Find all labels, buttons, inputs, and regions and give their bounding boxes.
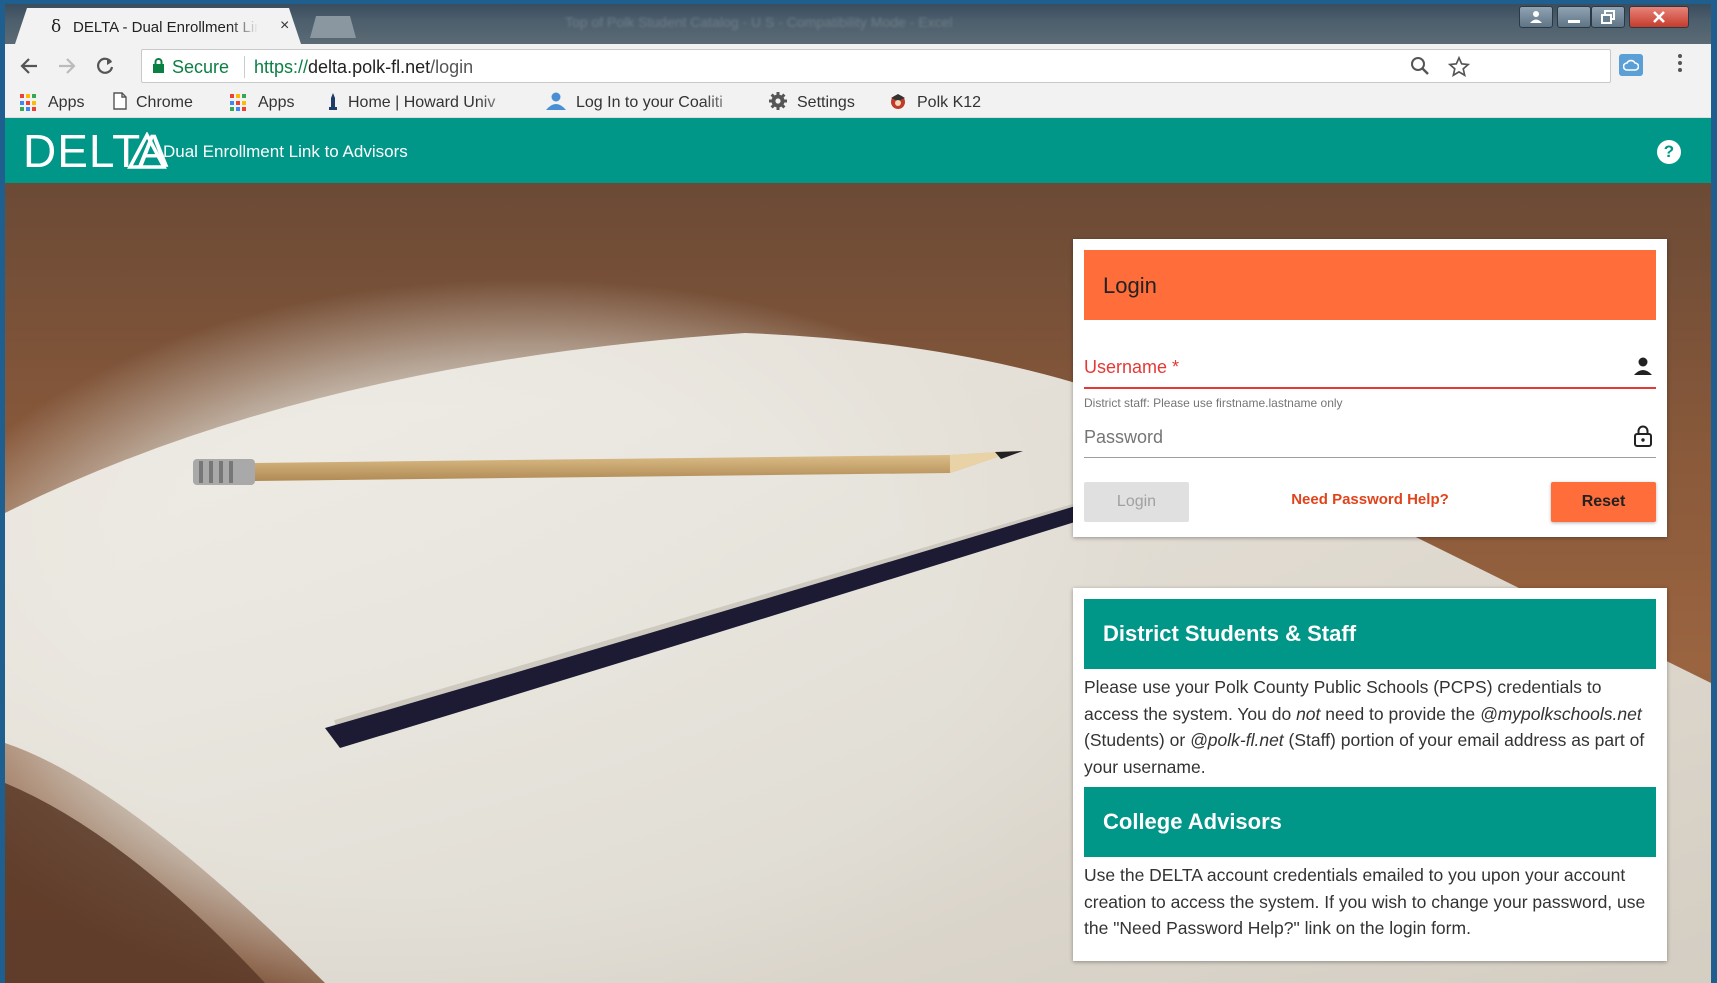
blurred-window-title: Top of Polk Student Catalog - U S - Comp… — [565, 14, 953, 30]
password-label: Password — [1084, 427, 1164, 447]
url-path: /login — [430, 57, 474, 77]
tab-title: DELTA - Dual Enrollment Link to Advisors — [73, 19, 258, 36]
district-text: Please use your Polk County Public Schoo… — [1084, 674, 1656, 780]
bookmark-apps-2[interactable]: Apps — [230, 92, 294, 114]
bookmark-chrome[interactable]: Chrome — [113, 91, 193, 115]
bookmark-label: Settings — [797, 94, 855, 111]
app-header: DELTA Dual Enrollment Link to Advisors ? — [5, 118, 1711, 183]
url-scheme: https:// — [254, 57, 309, 77]
bookmark-apps-1[interactable]: Apps — [20, 92, 84, 114]
username-label: Username * — [1084, 357, 1180, 377]
lock-icon — [153, 58, 164, 73]
username-hint: District staff: Please use firstname.las… — [1084, 396, 1343, 410]
apps-grid-icon — [230, 94, 248, 112]
login-title: Login — [1103, 273, 1157, 298]
bookmarks-bar: Apps Chrome Apps Home | Howard Univ Log … — [5, 88, 1711, 118]
forward-arrow-icon[interactable] — [53, 52, 81, 80]
menu-icon[interactable] — [1677, 52, 1683, 80]
app-tagline: Dual Enrollment Link to Advisors — [163, 142, 408, 161]
person-icon — [1634, 357, 1652, 375]
bookmark-label: Chrome — [136, 94, 193, 111]
password-help-link[interactable]: Need Password Help? — [1273, 491, 1467, 508]
apps-grid-icon — [20, 94, 38, 112]
maximize-icon[interactable] — [1591, 6, 1625, 28]
login-button[interactable]: Login — [1084, 482, 1189, 522]
address-bar[interactable]: Secure https://delta.polk-fl.net/login — [141, 49, 1611, 83]
tab-strip: Top of Polk Student Catalog - U S - Comp… — [5, 4, 1711, 44]
district-text-part: (Students) or — [1084, 730, 1191, 750]
students-domain: @mypolkschools.net — [1479, 703, 1642, 724]
window-close-icon[interactable] — [1629, 6, 1689, 28]
district-title: District Students & Staff — [1103, 621, 1357, 646]
bookmark-howard[interactable]: Home | Howard Univ — [327, 92, 527, 114]
back-arrow-icon[interactable] — [15, 52, 43, 80]
minimize-icon[interactable] — [1557, 6, 1591, 28]
delta-triangle-icon — [127, 132, 167, 169]
lock-open-icon — [1634, 425, 1652, 447]
close-icon[interactable]: × — [280, 17, 289, 35]
login-card: Login Username * District staff: Please … — [1073, 239, 1667, 537]
bookmark-settings[interactable]: Settings — [768, 91, 855, 116]
browser-toolbar: Secure https://delta.polk-fl.net/login — [5, 44, 1711, 88]
person-icon — [545, 92, 567, 114]
reload-icon[interactable] — [91, 52, 119, 80]
password-field[interactable]: Password — [1084, 417, 1656, 458]
password-underline — [1084, 457, 1656, 458]
bookmark-label: Polk K12 — [917, 94, 982, 111]
bookmark-polk-k12[interactable]: Polk K12 — [888, 92, 981, 114]
emphasis-not: not — [1296, 703, 1321, 724]
howard-icon — [327, 92, 339, 114]
login-card-header: Login — [1084, 250, 1656, 320]
star-icon[interactable] — [1447, 55, 1471, 84]
url-text: https://delta.polk-fl.net/login — [254, 57, 473, 78]
polk-icon — [888, 91, 908, 116]
college-header: College Advisors — [1084, 787, 1656, 857]
delta-favicon-icon: δ — [51, 17, 62, 37]
bookmark-coalition[interactable]: Log In to your Coaliti — [545, 92, 755, 114]
info-card: District Students & Staff Please use you… — [1073, 588, 1667, 961]
bookmark-label: Log In to your Coaliti — [576, 94, 723, 111]
user-icon[interactable] — [1519, 6, 1553, 28]
page-icon — [113, 91, 127, 115]
bookmark-label: Home | Howard Univ — [348, 94, 496, 111]
reset-button[interactable]: Reset — [1551, 482, 1656, 522]
bookmark-label: Apps — [48, 94, 85, 111]
college-text: Use the DELTA account credentials emaile… — [1084, 865, 1646, 938]
zoom-icon[interactable] — [1410, 56, 1430, 82]
staff-domain: @polk-fl.net — [1190, 730, 1284, 750]
username-field[interactable]: Username * — [1084, 349, 1656, 389]
browser-window: Top of Polk Student Catalog - U S - Comp… — [5, 4, 1711, 983]
secure-label: Secure — [172, 57, 230, 77]
bookmark-label: Apps — [258, 94, 295, 111]
cloud-extension-icon[interactable] — [1619, 54, 1643, 76]
tab-delta[interactable]: δ DELTA - Dual Enrollment Link to Adviso… — [15, 8, 301, 44]
url-host: delta.polk-fl.net — [308, 57, 431, 77]
gear-icon — [768, 91, 788, 116]
college-title: College Advisors — [1103, 809, 1282, 834]
district-text-part: need to provide the — [1320, 703, 1480, 724]
omnibox-divider — [244, 56, 245, 78]
district-header: District Students & Staff — [1084, 599, 1656, 669]
username-underline — [1084, 387, 1656, 389]
new-tab-button[interactable] — [310, 16, 356, 38]
help-icon[interactable]: ? — [1657, 140, 1681, 164]
